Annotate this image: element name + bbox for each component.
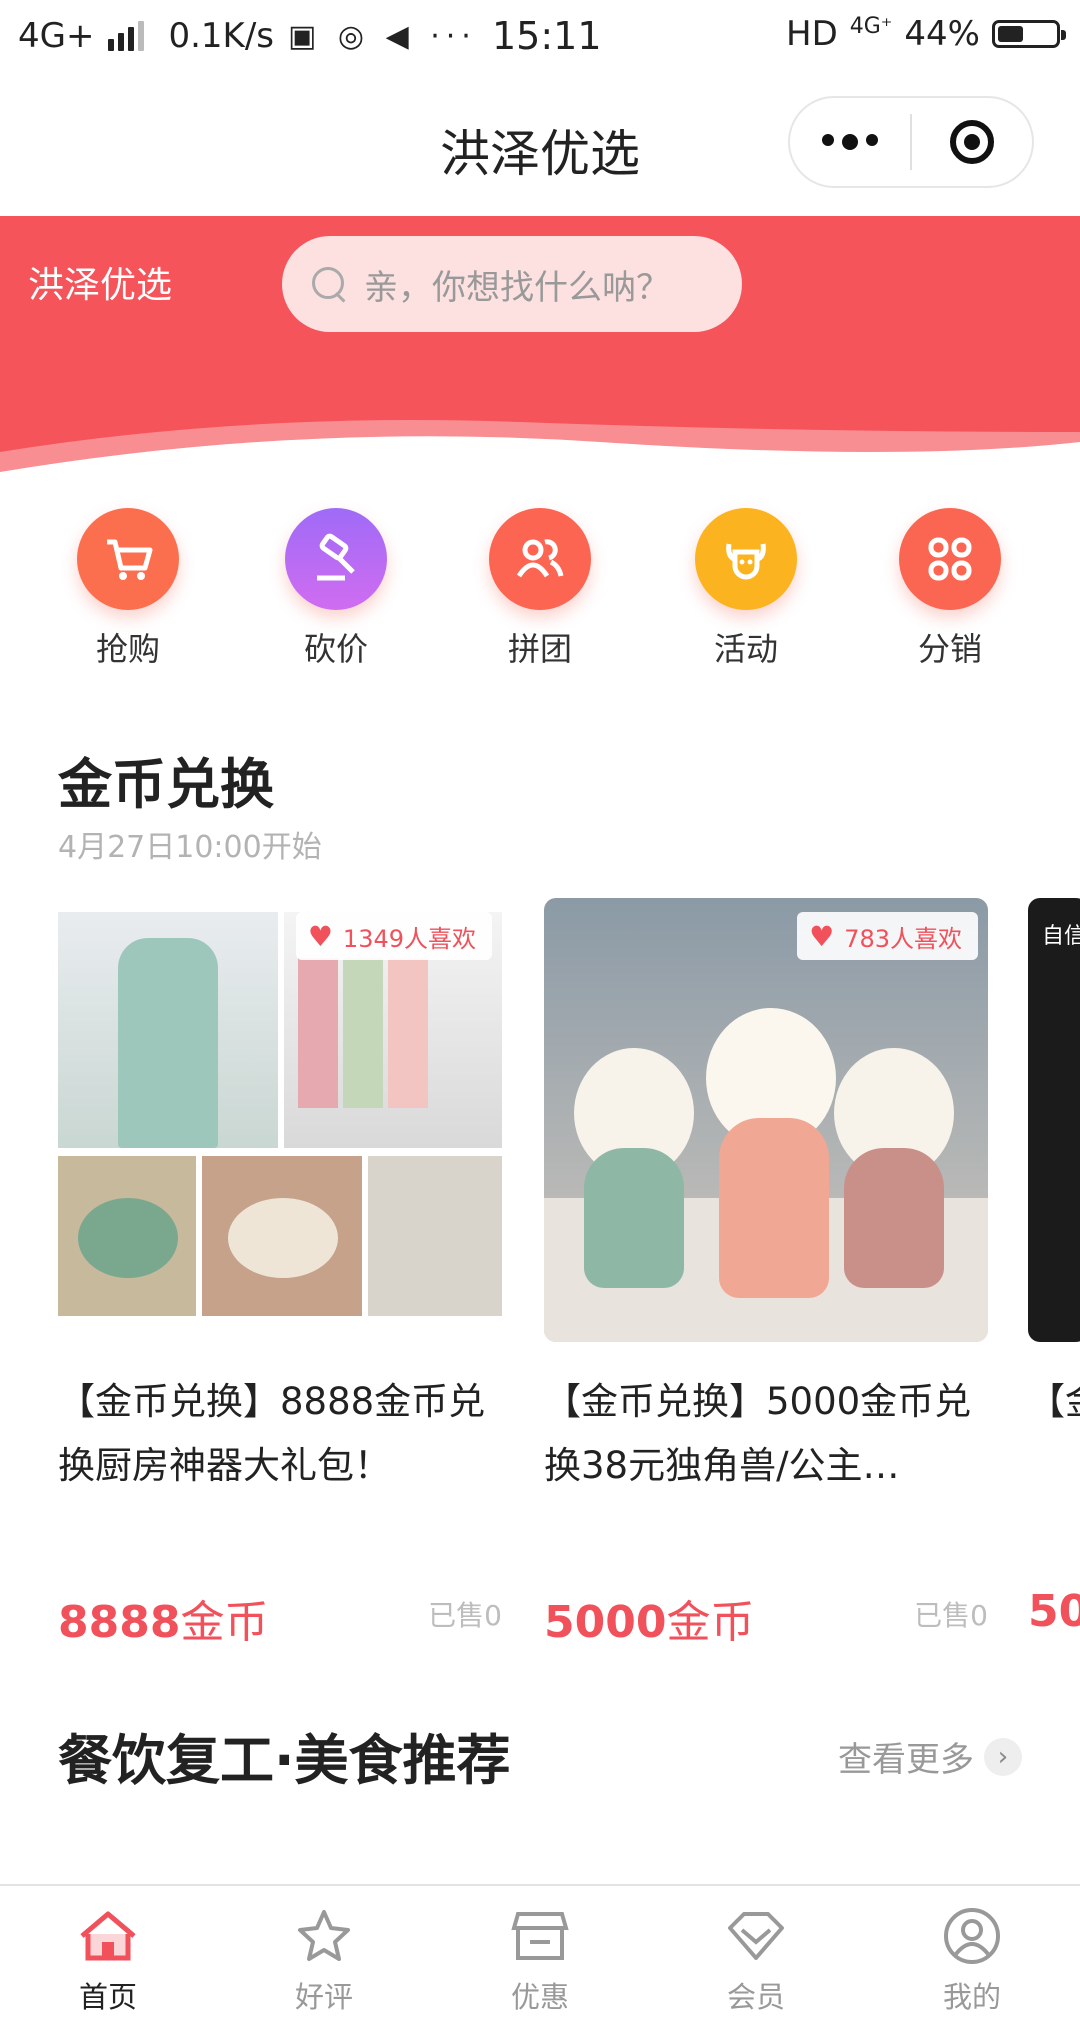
quick-action-group-buy[interactable]: 拼团 [470, 508, 610, 670]
quick-action-bargain[interactable]: 砍价 [266, 508, 406, 670]
section-title: 金币兑换 [58, 753, 274, 816]
diamond-icon [728, 1912, 784, 1960]
price-unit: 金币 [180, 1597, 269, 1648]
quick-action-distribution[interactable]: 分销 [880, 508, 1020, 670]
heart-icon: ♥ [307, 919, 333, 953]
tab-reviews[interactable]: 好评 [244, 1906, 404, 2016]
battery-icon [992, 20, 1066, 48]
product-image: ♥ 783人喜欢 [544, 898, 988, 1342]
view-more-link[interactable]: 查看更多 › [838, 1732, 1022, 1781]
product-image: 自信 [1028, 898, 1080, 1342]
view-more-label: 查看更多 [838, 1740, 974, 1780]
status-bar: 4G+ 0.1K/s ▣ ◎ ◀ ··· 15:11 HD 4G⁺ 44% [0, 0, 1080, 76]
product-card[interactable]: ♥ 1349人喜欢 【金币兑换】8888金币兑换厨房神器大礼包！ 8888金币 … [58, 898, 502, 1648]
product-name: 【金币兑换】8888金币兑换厨房神器大礼包！ [58, 1380, 486, 1487]
tab-profile[interactable]: 我的 [892, 1906, 1052, 2016]
section-title: 餐饮复工·美食推荐 [58, 1729, 511, 1792]
product-card[interactable]: ♥ 783人喜欢 【金币兑换】5000金币兑换38元独角兽/公主… 5000金币… [544, 898, 988, 1648]
signal-icon [108, 21, 145, 51]
chevron-right-icon: › [984, 1737, 1022, 1776]
tab-label: 优惠 [510, 1980, 569, 2014]
product-price: 50 [1028, 1586, 1080, 1637]
search-icon [312, 267, 346, 301]
quick-action-label: 砍价 [303, 630, 368, 668]
product-name: 【金 [1028, 1380, 1080, 1423]
tab-label: 好评 [294, 1980, 353, 2014]
sold-count: 已售0 [914, 1599, 988, 1632]
brand-label: 洪泽优选 [28, 265, 173, 306]
network-label: 4G+ [18, 16, 95, 56]
quick-action-flash-sale[interactable]: 抢购 [58, 508, 198, 670]
quick-action-activity[interactable]: 活动 [676, 508, 816, 670]
tab-label: 会员 [726, 1980, 785, 2014]
product-card-partial[interactable]: 自信 【金 50 [1028, 898, 1080, 1658]
likes-count: 1349人喜欢 [342, 924, 476, 953]
product-price: 8888金币 [58, 1586, 268, 1650]
network-4g-label: 4G⁺ [849, 14, 893, 39]
header-banner: 洪泽优选 亲，你想找什么呐？ [0, 216, 1080, 482]
quick-action-label: 抢购 [95, 630, 160, 668]
tab-member[interactable]: 会员 [676, 1906, 836, 2016]
nav-bar: 洪泽优选 [0, 76, 1080, 216]
likes-count: 783人喜欢 [844, 924, 962, 953]
star-icon [298, 1910, 350, 1961]
likes-badge: ♥ 783人喜欢 [797, 912, 978, 960]
tab-home[interactable]: 首页 [28, 1906, 188, 2016]
group-icon [489, 508, 591, 610]
hammer-icon [285, 508, 387, 610]
price-value: 5000 [544, 1597, 667, 1648]
close-program-icon[interactable] [912, 120, 1032, 164]
notification-icons: ▣ ◎ ◀ ··· [288, 18, 477, 54]
price-unit: 金币 [666, 1597, 755, 1648]
shop-icon [511, 1912, 569, 1960]
search-placeholder: 亲，你想找什么呐？ [364, 267, 670, 308]
price-value: 8888 [58, 1597, 181, 1648]
section-subtitle: 4月27日10:00开始 [58, 830, 322, 865]
wave-decoration [0, 420, 1080, 482]
tab-discount[interactable]: 优惠 [460, 1906, 620, 2016]
search-input[interactable]: 亲，你想找什么呐？ [282, 236, 742, 332]
quick-action-label: 分销 [917, 630, 982, 668]
quick-action-label: 拼团 [507, 630, 572, 668]
battery-percent: 44% [904, 14, 980, 54]
product-image: ♥ 1349人喜欢 [58, 898, 502, 1342]
product-name: 【金币兑换】5000金币兑换38元独角兽/公主… [544, 1380, 972, 1487]
hd-label: HD [786, 14, 838, 54]
speed-label: 0.1K/s [168, 16, 275, 56]
tab-label: 我的 [942, 1980, 1001, 2014]
likes-badge: ♥ 1349人喜欢 [295, 912, 492, 960]
more-menu-icon[interactable] [790, 134, 910, 150]
quick-action-label: 活动 [713, 630, 778, 668]
tab-label: 首页 [78, 1980, 137, 2014]
heart-icon: ♥ [809, 919, 835, 953]
quick-actions: 抢购 砍价 拼团 活动 分销 [0, 508, 1080, 668]
cart-icon [77, 508, 179, 610]
activity-icon [695, 508, 797, 610]
sold-count: 已售0 [428, 1599, 502, 1632]
clock: 15:11 [492, 14, 602, 58]
home-icon [80, 1911, 136, 1961]
tab-bar: 首页 好评 优惠 会员 我的 [0, 1884, 1080, 2036]
mini-program-capsule [788, 96, 1034, 188]
product-price: 5000金币 [544, 1586, 754, 1650]
grid-icon [899, 508, 1001, 610]
user-icon [944, 1908, 1000, 1964]
